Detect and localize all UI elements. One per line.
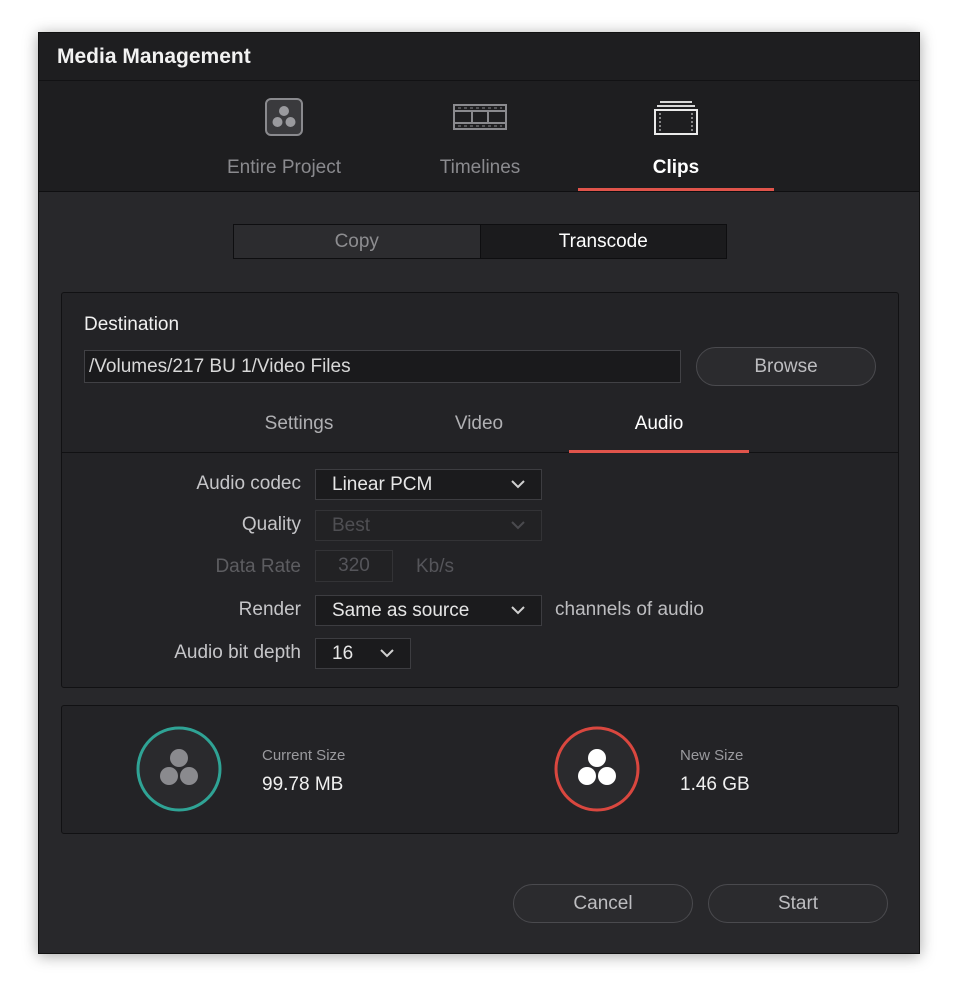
tab-label: Timelines [439, 157, 521, 178]
current-size-label: Current Size [262, 747, 346, 764]
quality-value: Best [332, 515, 371, 536]
subtab-label: Audio [634, 413, 684, 434]
bit-depth-value: 16 [332, 643, 354, 664]
active-subtab-indicator [569, 450, 749, 453]
chevron-down-icon [511, 521, 525, 530]
subtab-settings[interactable]: Settings [209, 401, 389, 452]
timelines-icon [452, 97, 508, 137]
audio-codec-value: Linear PCM [332, 474, 433, 495]
tab-timelines[interactable]: Timelines [382, 81, 578, 191]
title-bar: Media Management [39, 33, 919, 81]
destination-path-field[interactable]: /Volumes/217 BU 1/Video Files [84, 350, 681, 383]
subtab-label: Video [454, 413, 504, 434]
resolve-logo-icon [554, 726, 640, 812]
render-label: Render [238, 599, 301, 620]
top-tab-bar: Entire Project Timelines Clips [39, 81, 919, 192]
transcode-option[interactable]: Transcode [479, 225, 726, 258]
render-channels-dropdown[interactable]: Same as source [315, 595, 542, 626]
start-button[interactable]: Start [708, 884, 888, 923]
data-rate-field: 320 [315, 550, 393, 582]
current-size-indicator [136, 726, 222, 812]
new-size-value: 1.46 GB [680, 774, 750, 795]
dialog-title: Media Management [57, 45, 251, 68]
settings-panel: Destination /Volumes/217 BU 1/Video File… [61, 292, 899, 688]
quality-label: Quality [241, 514, 301, 535]
bit-depth-label: Audio bit depth [174, 642, 301, 663]
media-management-dialog: Media Management Entire Project Timeline… [38, 32, 920, 954]
sub-tab-bar: Settings Video Audio [62, 401, 898, 453]
current-size-value: 99.78 MB [262, 774, 344, 795]
tab-entire-project[interactable]: Entire Project [186, 81, 382, 191]
chevron-down-icon [511, 606, 525, 615]
cancel-button[interactable]: Cancel [513, 884, 693, 923]
quality-dropdown: Best [315, 510, 542, 541]
resolve-project-icon [264, 97, 304, 137]
render-value: Same as source [332, 600, 470, 621]
chevron-down-icon [380, 649, 394, 658]
tab-label: Entire Project [226, 157, 342, 178]
destination-label: Destination [84, 314, 180, 335]
subtab-video[interactable]: Video [389, 401, 569, 452]
new-size-indicator [554, 726, 640, 812]
copy-option[interactable]: Copy [234, 225, 480, 258]
browse-button[interactable]: Browse [696, 347, 876, 386]
new-size-label: New Size [680, 747, 744, 764]
data-rate-unit: Kb/s [416, 556, 455, 577]
data-rate-label: Data Rate [215, 556, 301, 577]
chevron-down-icon [511, 480, 525, 489]
render-suffix: channels of audio [555, 599, 704, 620]
audio-codec-label: Audio codec [196, 473, 301, 494]
clips-icon [652, 97, 700, 137]
copy-transcode-toggle: Copy Transcode [233, 224, 727, 259]
active-tab-indicator [578, 188, 774, 191]
size-summary-panel: Current Size 99.78 MB New Size 1.46 GB [61, 705, 899, 834]
bit-depth-dropdown[interactable]: 16 [315, 638, 411, 669]
resolve-logo-icon [136, 726, 222, 812]
tab-label: Clips [652, 157, 700, 178]
audio-codec-dropdown[interactable]: Linear PCM [315, 469, 542, 500]
subtab-label: Settings [264, 413, 334, 434]
tab-clips[interactable]: Clips [578, 81, 774, 191]
subtab-audio[interactable]: Audio [569, 401, 749, 453]
